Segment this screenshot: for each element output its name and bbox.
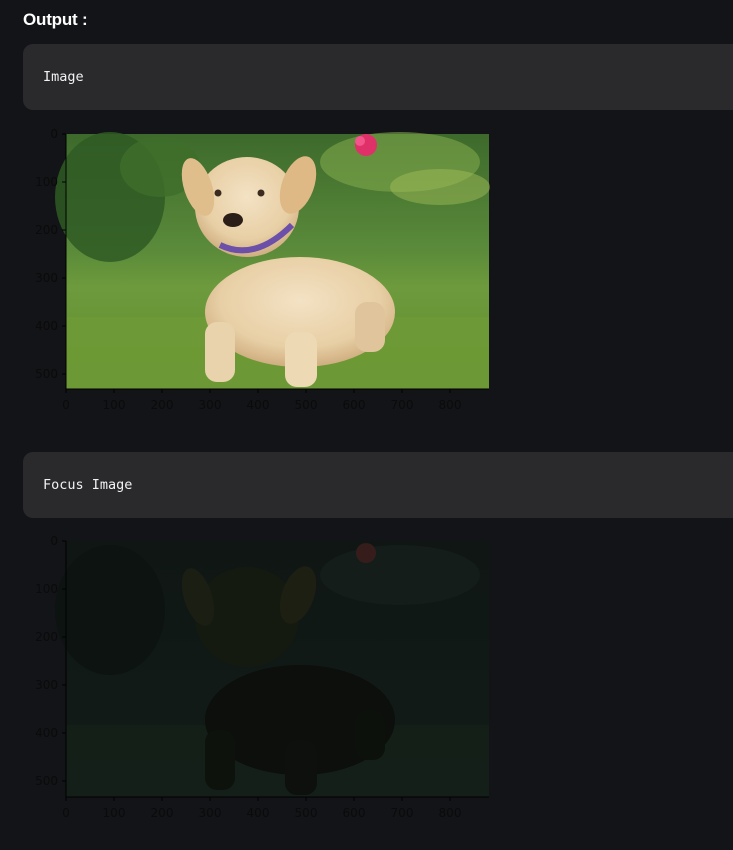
x-tick-label: 300 bbox=[199, 398, 222, 412]
y-tick-label: 0 bbox=[50, 535, 58, 548]
y-tick-label: 300 bbox=[35, 271, 58, 285]
x-tick-label: 600 bbox=[343, 806, 366, 820]
y-axis-ticks: 0 100 200 300 400 500 bbox=[35, 535, 66, 788]
y-tick-label: 400 bbox=[35, 726, 58, 740]
y-tick-label: 100 bbox=[35, 175, 58, 189]
x-tick-label: 800 bbox=[439, 398, 462, 412]
photo-puppy-dimmed bbox=[55, 541, 489, 797]
y-tick-label: 200 bbox=[35, 223, 58, 237]
code-label: Image bbox=[43, 69, 84, 85]
y-tick-label: 500 bbox=[35, 367, 58, 381]
x-tick-label: 700 bbox=[391, 806, 414, 820]
x-tick-label: 200 bbox=[151, 806, 174, 820]
code-block-focus-image[interactable]: Focus Image bbox=[23, 452, 733, 518]
x-axis-ticks: 0 100 200 300 400 500 600 700 800 bbox=[62, 797, 461, 820]
x-tick-label: 500 bbox=[295, 806, 318, 820]
y-tick-label: 400 bbox=[35, 319, 58, 333]
y-tick-label: 200 bbox=[35, 630, 58, 644]
image-plot: 0 100 200 300 400 500 0 100 200 300 400 … bbox=[0, 127, 520, 417]
x-tick-label: 700 bbox=[391, 398, 414, 412]
code-block-image[interactable]: Image bbox=[23, 44, 733, 110]
output-heading: Output : bbox=[23, 10, 88, 29]
x-tick-label: 400 bbox=[247, 806, 270, 820]
y-tick-label: 0 bbox=[50, 127, 58, 141]
x-axis-ticks: 0 100 200 300 400 500 600 700 800 bbox=[62, 389, 461, 412]
x-tick-label: 400 bbox=[247, 398, 270, 412]
notebook-output: Output : Image 0 100 200 300 400 500 0 1… bbox=[0, 0, 733, 850]
code-label: Focus Image bbox=[43, 477, 133, 493]
photo-puppy bbox=[55, 132, 490, 389]
y-tick-label: 300 bbox=[35, 678, 58, 692]
x-tick-label: 200 bbox=[151, 398, 174, 412]
x-tick-label: 100 bbox=[103, 398, 126, 412]
y-tick-label: 500 bbox=[35, 774, 58, 788]
x-tick-label: 0 bbox=[62, 806, 70, 820]
x-tick-label: 500 bbox=[295, 398, 318, 412]
x-tick-label: 600 bbox=[343, 398, 366, 412]
x-tick-label: 0 bbox=[62, 398, 70, 412]
y-axis-ticks: 0 100 200 300 400 500 bbox=[35, 127, 66, 381]
x-tick-label: 300 bbox=[199, 806, 222, 820]
y-tick-label: 100 bbox=[35, 582, 58, 596]
x-tick-label: 800 bbox=[439, 806, 462, 820]
focus-image-plot: 0 100 200 300 400 500 0 100 200 300 400 … bbox=[0, 535, 520, 825]
x-tick-label: 100 bbox=[103, 806, 126, 820]
